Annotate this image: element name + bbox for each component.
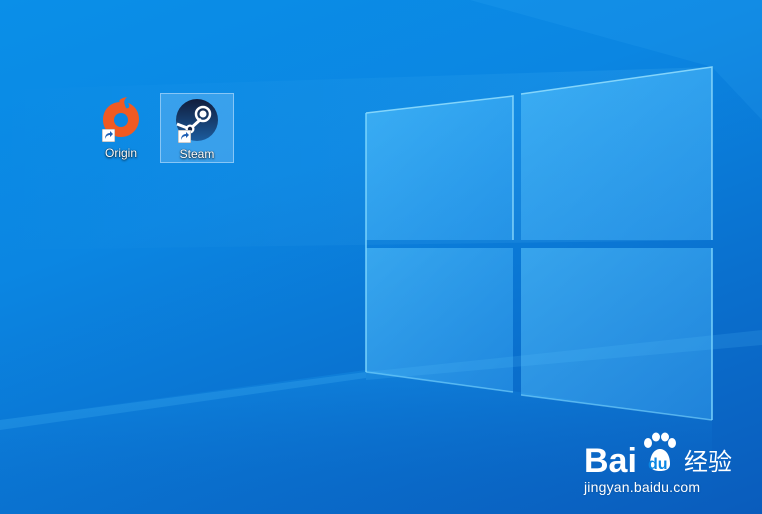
svg-text:du: du — [648, 456, 668, 473]
origin-icon — [98, 96, 144, 142]
desktop-icon-origin[interactable]: Origin — [84, 93, 158, 163]
desktop[interactable]: Origin Steam Bai du 经验 jingyan.baidu.com — [0, 0, 762, 514]
steam-icon — [174, 97, 220, 143]
shortcut-arrow-icon — [178, 130, 191, 143]
svg-text:经验: 经验 — [684, 448, 732, 476]
baidu-logo: Bai du 经验 — [584, 432, 732, 478]
desktop-icon-steam[interactable]: Steam — [160, 93, 234, 163]
desktop-icon-label: Origin — [104, 146, 137, 160]
desktop-icon-label: Steam — [179, 147, 215, 161]
shortcut-arrow-icon — [102, 129, 115, 142]
svg-text:Bai: Bai — [584, 442, 637, 478]
watermark-url: jingyan.baidu.com — [584, 479, 701, 495]
baidu-jingyan-watermark: Bai du 经验 jingyan.baidu.com — [584, 432, 754, 502]
